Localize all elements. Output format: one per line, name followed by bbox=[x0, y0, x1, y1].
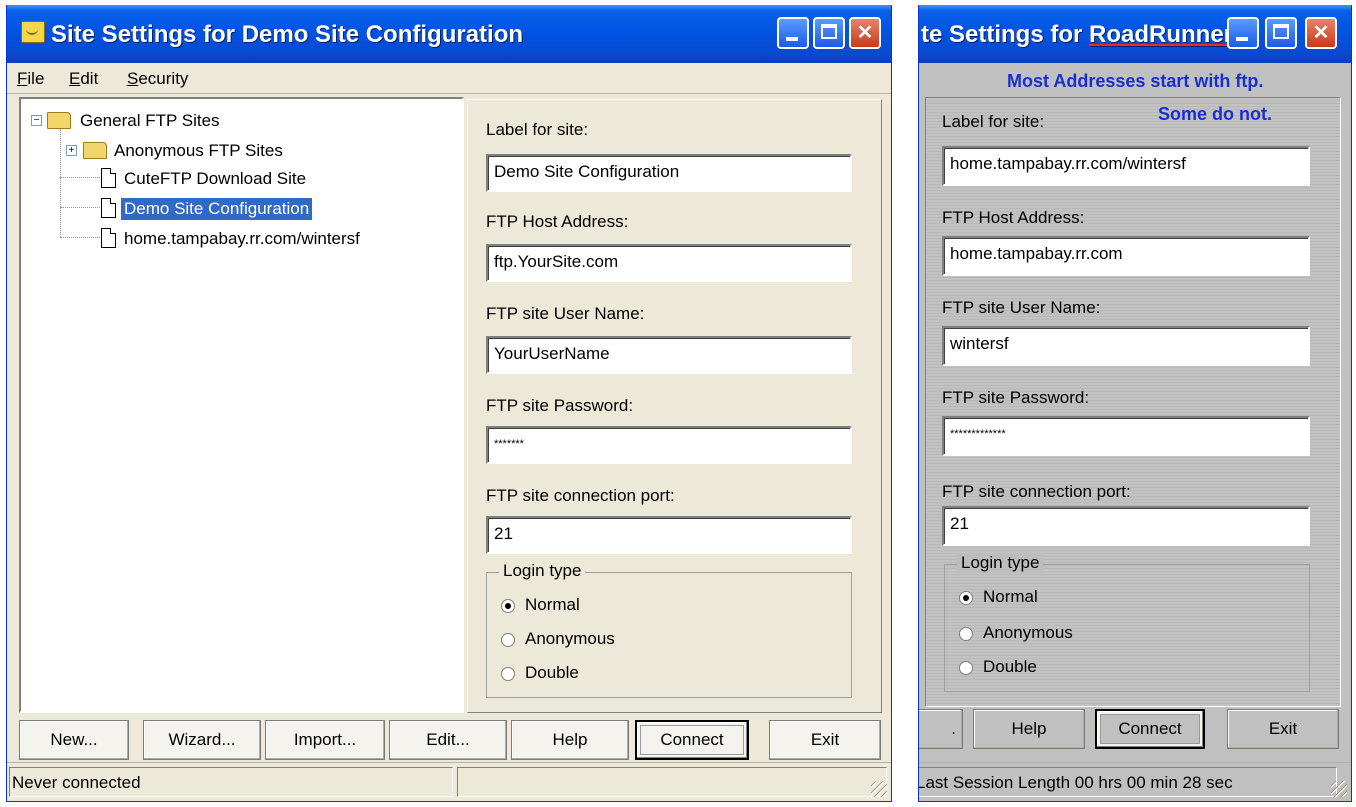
port-label: FTP site connection port: bbox=[486, 486, 675, 505]
status-bar: Last Session Length 00 hrs 00 min 28 sec bbox=[919, 762, 1351, 801]
site-form: Label for site: Demo Site Configuration … bbox=[467, 99, 882, 713]
partial-button[interactable]: . bbox=[919, 709, 963, 749]
help-button[interactable]: Help bbox=[973, 709, 1085, 749]
status-panel bbox=[457, 767, 887, 797]
minimize-icon bbox=[786, 37, 798, 41]
maximize-button[interactable] bbox=[813, 17, 845, 49]
app-icon bbox=[21, 21, 45, 43]
host-address-input[interactable]: home.tampabay.rr.com bbox=[942, 236, 1310, 276]
new-button[interactable]: New... bbox=[19, 720, 129, 760]
menu-file[interactable]: File bbox=[17, 69, 44, 89]
close-button[interactable]: ✕ bbox=[1305, 17, 1337, 49]
login-type-legend: Login type bbox=[957, 553, 1044, 573]
user-name-label: FTP site User Name: bbox=[942, 298, 1101, 317]
site-name: RoadRunner bbox=[1089, 21, 1234, 48]
annotation-note-1: Most Addresses start with ftp. bbox=[1007, 71, 1264, 91]
window-title: te Settings for RoadRunner bbox=[921, 21, 1234, 48]
minimize-button[interactable] bbox=[777, 17, 809, 49]
menu-bar: File Edit Security bbox=[7, 63, 891, 94]
open-folder-icon bbox=[47, 112, 71, 129]
connect-button[interactable]: Connect bbox=[1095, 709, 1205, 749]
label-site-input[interactable]: home.tampabay.rr.com/wintersf bbox=[942, 146, 1310, 186]
maximize-button[interactable] bbox=[1265, 17, 1297, 49]
login-type-group: Login type Normal Anonymous Double bbox=[944, 553, 1310, 692]
user-name-label: FTP site User Name: bbox=[486, 304, 645, 323]
host-address-input[interactable]: ftp.YourSite.com bbox=[486, 244, 852, 282]
document-icon bbox=[101, 198, 116, 218]
expand-icon[interactable]: + bbox=[66, 145, 77, 156]
radio-checked-icon bbox=[501, 599, 515, 613]
site-settings-window-roadrunner: te Settings for RoadRunner ✕ Most Addres… bbox=[918, 5, 1352, 802]
port-input[interactable]: 21 bbox=[942, 506, 1310, 546]
host-address-label: FTP Host Address: bbox=[486, 212, 629, 231]
tree-line bbox=[60, 237, 100, 238]
radio-icon bbox=[959, 627, 973, 641]
exit-button[interactable]: Exit bbox=[769, 720, 881, 760]
radio-icon bbox=[959, 661, 973, 675]
wizard-button[interactable]: Wizard... bbox=[143, 720, 261, 760]
tree-line bbox=[60, 177, 100, 178]
login-type-group: Login type Normal Anonymous Double bbox=[486, 561, 852, 698]
port-label: FTP site connection port: bbox=[942, 482, 1131, 501]
radio-checked-icon bbox=[959, 591, 973, 605]
status-text: Never connected bbox=[9, 767, 453, 797]
site-tree[interactable]: − General FTP Sites + Anonymous FTP Site… bbox=[19, 97, 464, 713]
login-type-legend: Login type bbox=[499, 561, 586, 581]
label-site-label: Label for site: bbox=[942, 112, 1045, 131]
document-icon bbox=[101, 168, 116, 188]
resize-grip-icon[interactable] bbox=[871, 781, 887, 797]
import-button[interactable]: Import... bbox=[265, 720, 385, 760]
title-bar[interactable]: te Settings for RoadRunner ✕ bbox=[919, 5, 1351, 63]
user-name-input[interactable]: YourUserName bbox=[486, 336, 852, 374]
edit-button[interactable]: Edit... bbox=[389, 720, 507, 760]
password-input[interactable]: ************* bbox=[942, 416, 1310, 456]
site-settings-window: Site Settings for Demo Site Configuratio… bbox=[6, 5, 892, 802]
label-site-label: Label for site: bbox=[486, 120, 589, 139]
close-icon: ✕ bbox=[856, 22, 874, 44]
title-bar[interactable]: Site Settings for Demo Site Configuratio… bbox=[7, 5, 891, 63]
connect-button[interactable]: Connect bbox=[635, 720, 749, 760]
help-button[interactable]: Help bbox=[511, 720, 629, 760]
password-label: FTP site Password: bbox=[942, 388, 1090, 407]
status-text: Last Session Length 00 hrs 00 min 28 sec bbox=[919, 767, 1337, 797]
label-site-input[interactable]: Demo Site Configuration bbox=[486, 154, 852, 192]
menu-edit[interactable]: Edit bbox=[69, 69, 98, 89]
port-input[interactable]: 21 bbox=[486, 516, 852, 554]
site-form: Some do not. Label for site: home.tampab… bbox=[925, 97, 1341, 707]
maximize-icon bbox=[1273, 24, 1289, 39]
tree-line bbox=[60, 129, 61, 237]
password-input[interactable]: ******* bbox=[486, 426, 852, 464]
close-button[interactable]: ✕ bbox=[849, 17, 881, 49]
exit-button[interactable]: Exit bbox=[1227, 709, 1339, 749]
window-title: Site Settings for Demo Site Configuratio… bbox=[51, 21, 524, 48]
menu-security[interactable]: Security bbox=[127, 69, 188, 89]
user-name-input[interactable]: wintersf bbox=[942, 326, 1310, 366]
host-address-label: FTP Host Address: bbox=[942, 208, 1085, 227]
resize-grip-icon[interactable] bbox=[1331, 781, 1347, 797]
folder-icon bbox=[83, 142, 107, 159]
minimize-button[interactable] bbox=[1227, 17, 1259, 49]
document-icon bbox=[101, 228, 116, 248]
tree-line bbox=[60, 207, 100, 208]
annotation-note-2: Some do not. bbox=[1158, 104, 1272, 124]
radio-icon bbox=[501, 633, 515, 647]
radio-icon bbox=[501, 667, 515, 681]
status-bar: Never connected bbox=[7, 762, 891, 801]
minimize-icon bbox=[1236, 37, 1248, 41]
password-label: FTP site Password: bbox=[486, 396, 634, 415]
collapse-icon[interactable]: − bbox=[31, 115, 42, 126]
close-icon: ✕ bbox=[1312, 22, 1330, 44]
maximize-icon bbox=[821, 24, 837, 39]
